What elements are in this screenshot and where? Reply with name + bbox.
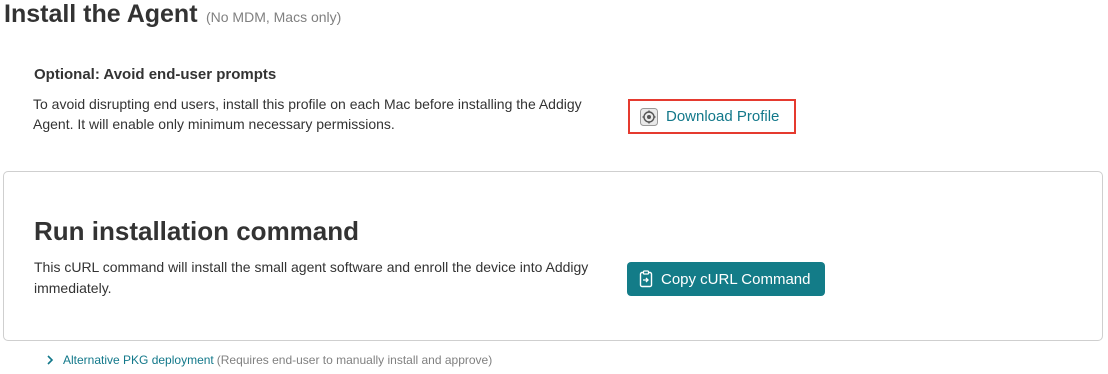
command-description: This cURL command will install the small… bbox=[34, 259, 589, 296]
gear-icon bbox=[640, 107, 658, 126]
page-title-note: (No MDM, Macs only) bbox=[205, 9, 342, 25]
alternative-pkg-note: (Requires end-user to manually install a… bbox=[216, 353, 493, 367]
command-title: Run installation command bbox=[34, 216, 360, 246]
clipboard-icon bbox=[637, 270, 655, 288]
page-title: Install the Agent bbox=[4, 0, 198, 28]
page-header: Install the Agent (No MDM, Macs only) bbox=[4, 0, 341, 29]
alternative-pkg-toggle[interactable]: Alternative PKG deployment (Requires end… bbox=[44, 353, 492, 367]
copy-curl-command-button[interactable]: Copy cURL Command bbox=[627, 262, 825, 296]
chevron-right-icon bbox=[44, 354, 56, 366]
installation-command-panel: Run installation command This cURL comma… bbox=[3, 171, 1103, 341]
optional-heading: Optional: Avoid end-user prompts bbox=[34, 66, 277, 83]
download-profile-button[interactable]: Download Profile bbox=[628, 99, 796, 134]
alternative-pkg-link[interactable]: Alternative PKG deployment bbox=[63, 353, 214, 367]
download-profile-label: Download Profile bbox=[666, 108, 780, 125]
copy-curl-command-label: Copy cURL Command bbox=[661, 270, 811, 288]
optional-description: To avoid disrupting end users, install t… bbox=[33, 96, 582, 132]
install-agent-page: Install the Agent (No MDM, Macs only) Op… bbox=[0, 0, 1108, 374]
